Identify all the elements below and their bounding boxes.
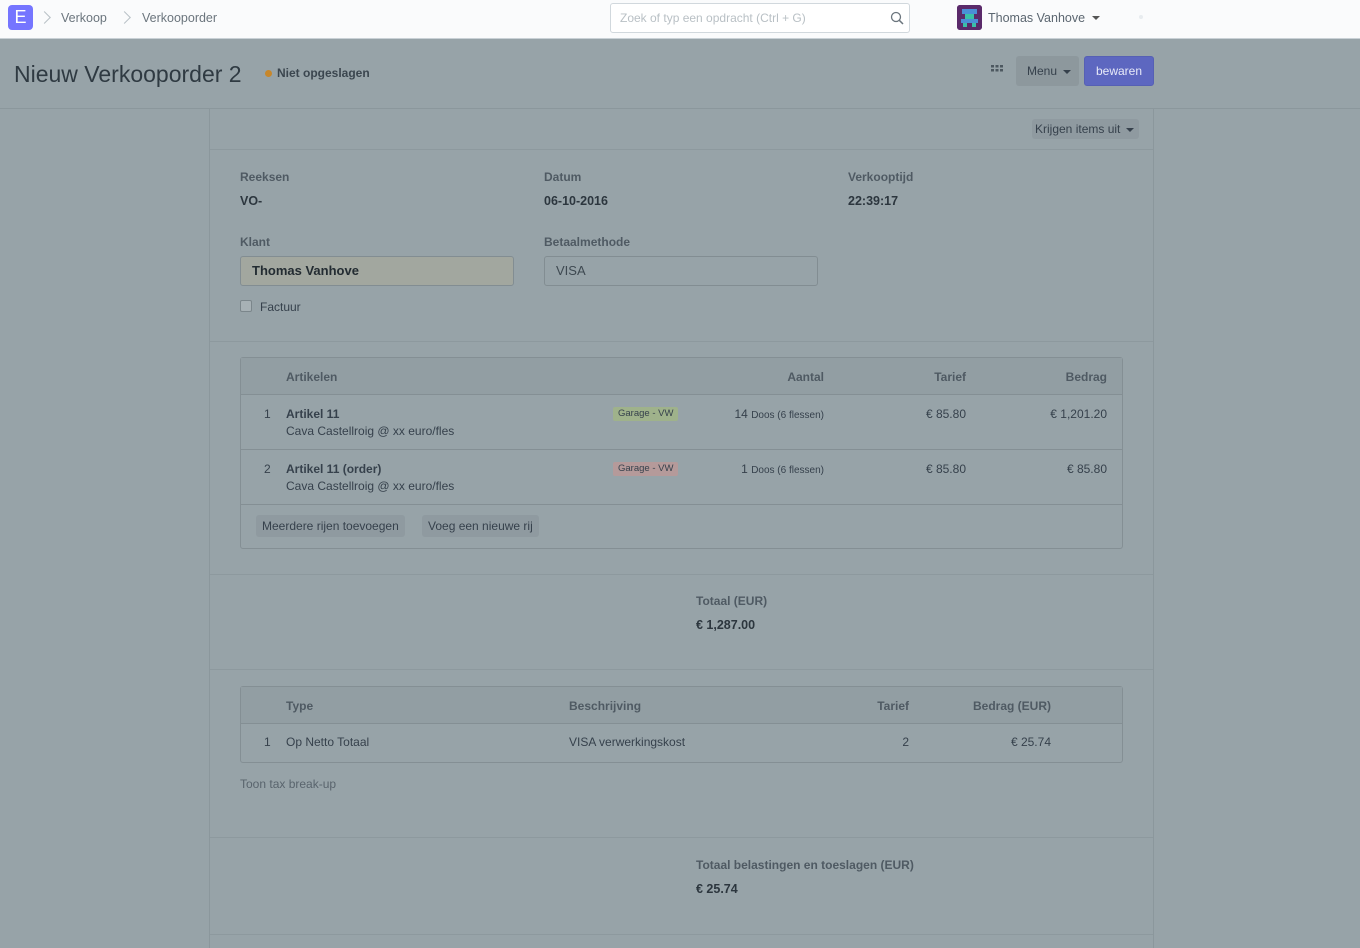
time-label: Verkooptijd (848, 170, 914, 184)
section-divider (210, 934, 1153, 935)
warehouse-badge: Garage - VW (613, 462, 679, 476)
uom-value: Doos (6 flessen) (751, 410, 824, 421)
items-table-footer: Meerdere rijen toevoegen Voeg een nieuwe… (241, 505, 1122, 547)
row-index: 2 (264, 462, 271, 476)
section-divider (210, 669, 1153, 670)
add-multiple-rows-button[interactable]: Meerdere rijen toevoegen (256, 515, 405, 537)
item-rate[interactable]: € 85.80 (861, 407, 966, 421)
invoice-checkbox-label[interactable]: Factuur (260, 300, 301, 314)
notification-dot-icon (1139, 15, 1143, 19)
qty-value: 1 (741, 462, 748, 476)
item-rate[interactable]: € 85.80 (861, 462, 966, 476)
column-header-rate: Tarief (934, 370, 966, 384)
chevron-right-icon (120, 9, 130, 27)
page-title: Nieuw Verkooporder 2 (14, 61, 242, 87)
item-description: Cava Castellroig @ xx euro/fles (286, 479, 455, 493)
search-box (610, 3, 910, 33)
column-header-amount: Bedrag (1065, 370, 1107, 384)
search-input[interactable] (611, 4, 871, 32)
customer-label: Klant (240, 235, 270, 249)
total-taxes-label: Totaal belastingen en toeslagen (EUR) (696, 858, 914, 872)
status-badge: Niet opgeslagen (277, 66, 370, 80)
tax-rate[interactable]: 2 (811, 735, 909, 749)
taxes-table: Type Beschrijving Tarief Bedrag (EUR) 1 … (240, 686, 1123, 763)
warehouse-badge: Garage - VW (613, 407, 679, 421)
customer-field[interactable]: Thomas Vanhove (240, 256, 514, 286)
time-value[interactable]: 22:39:17 (848, 194, 898, 208)
table-row[interactable]: 2 Artikel 11 (order) Cava Castellroig @ … (241, 450, 1122, 505)
item-name[interactable]: Artikel 11 (286, 407, 339, 421)
chevron-down-icon (1063, 69, 1072, 74)
qty-value: 14 (734, 407, 748, 421)
status-indicator-icon (265, 70, 272, 77)
item-description: Cava Castellroig @ xx euro/fles (286, 424, 455, 438)
grid-icon (991, 65, 1003, 72)
invoice-checkbox[interactable] (240, 300, 252, 312)
payment-method-field[interactable]: VISA (544, 256, 818, 286)
get-items-from-button[interactable]: Krijgen items uit (1032, 119, 1139, 139)
item-qty[interactable]: 14 Doos (6 flessen) (681, 407, 824, 421)
page-head: Nieuw Verkooporder 2 Niet opgeslagen Men… (0, 39, 1360, 109)
breadcrumb-verkoop[interactable]: Verkoop (61, 11, 107, 25)
column-header-tax-rate: Tarief (877, 699, 909, 713)
uom-value: Doos (6 flessen) (751, 465, 824, 476)
table-row[interactable]: 1 Artikel 11 Cava Castellroig @ xx euro/… (241, 395, 1122, 450)
total-label: Totaal (EUR) (696, 594, 768, 608)
section-divider (210, 341, 1153, 342)
menu-dropdown-button[interactable]: Menu (1016, 56, 1079, 86)
item-name[interactable]: Artikel 11 (order) (286, 462, 381, 476)
save-button[interactable]: bewaren (1084, 56, 1154, 86)
items-table-header: Artikelen Aantal Tarief Bedrag (241, 358, 1122, 395)
item-qty[interactable]: 1 Doos (6 flessen) (681, 462, 824, 476)
column-header-description: Beschrijving (569, 699, 642, 713)
user-name[interactable]: Thomas Vanhove (988, 11, 1085, 25)
add-row-button[interactable]: Voeg een nieuwe rij (422, 515, 539, 537)
column-header-item: Artikelen (286, 370, 338, 384)
user-menu-caret-icon[interactable] (1092, 16, 1100, 20)
section-divider (210, 149, 1153, 150)
column-header-type: Type (286, 699, 314, 713)
app-logo[interactable]: E (8, 5, 33, 30)
user-avatar[interactable] (957, 5, 982, 30)
search-icon[interactable] (890, 11, 904, 25)
tax-type[interactable]: Op Netto Totaal (286, 735, 369, 749)
section-divider (210, 837, 1153, 838)
date-label: Datum (544, 170, 582, 184)
navbar: E Verkoop Verkooporder Thomas Vanhove (0, 0, 1360, 39)
grid-view-button[interactable] (982, 55, 1012, 85)
items-table: Artikelen Aantal Tarief Bedrag 1 Artikel… (240, 357, 1123, 549)
row-index: 1 (264, 735, 271, 749)
date-value[interactable]: 06-10-2016 (544, 194, 608, 208)
tax-description[interactable]: VISA verwerkingskost (569, 735, 685, 749)
payment-method-label: Betaalmethode (544, 235, 631, 249)
column-header-qty: Aantal (787, 370, 824, 384)
show-tax-breakup-link[interactable]: Toon tax break-up (240, 777, 336, 791)
breadcrumb-verkooporder[interactable]: Verkooporder (142, 11, 217, 25)
taxes-table-header: Type Beschrijving Tarief Bedrag (EUR) (241, 687, 1122, 724)
item-amount: € 85.80 (1066, 462, 1107, 476)
series-value[interactable]: VO- (240, 194, 262, 208)
chevron-down-icon (1125, 127, 1134, 132)
get-items-label: Krijgen items uit (1035, 122, 1121, 136)
chevron-right-icon (40, 9, 50, 27)
tax-amount: € 25.74 (1010, 735, 1051, 749)
series-label: Reeksen (240, 170, 290, 184)
table-row[interactable]: 1 Op Netto Totaal VISA verwerkingskost 2… (241, 724, 1122, 761)
total-taxes-value: € 25.74 (696, 882, 738, 896)
menu-label: Menu (1027, 64, 1058, 78)
section-divider (210, 574, 1153, 575)
column-header-tax-amount: Bedrag (EUR) (972, 699, 1051, 713)
total-value: € 1,287.00 (696, 618, 756, 632)
item-amount: € 1,201.20 (1050, 407, 1107, 421)
form-body: Krijgen items uit Reeksen VO- Datum 06-1… (209, 109, 1154, 948)
row-index: 1 (264, 407, 271, 421)
